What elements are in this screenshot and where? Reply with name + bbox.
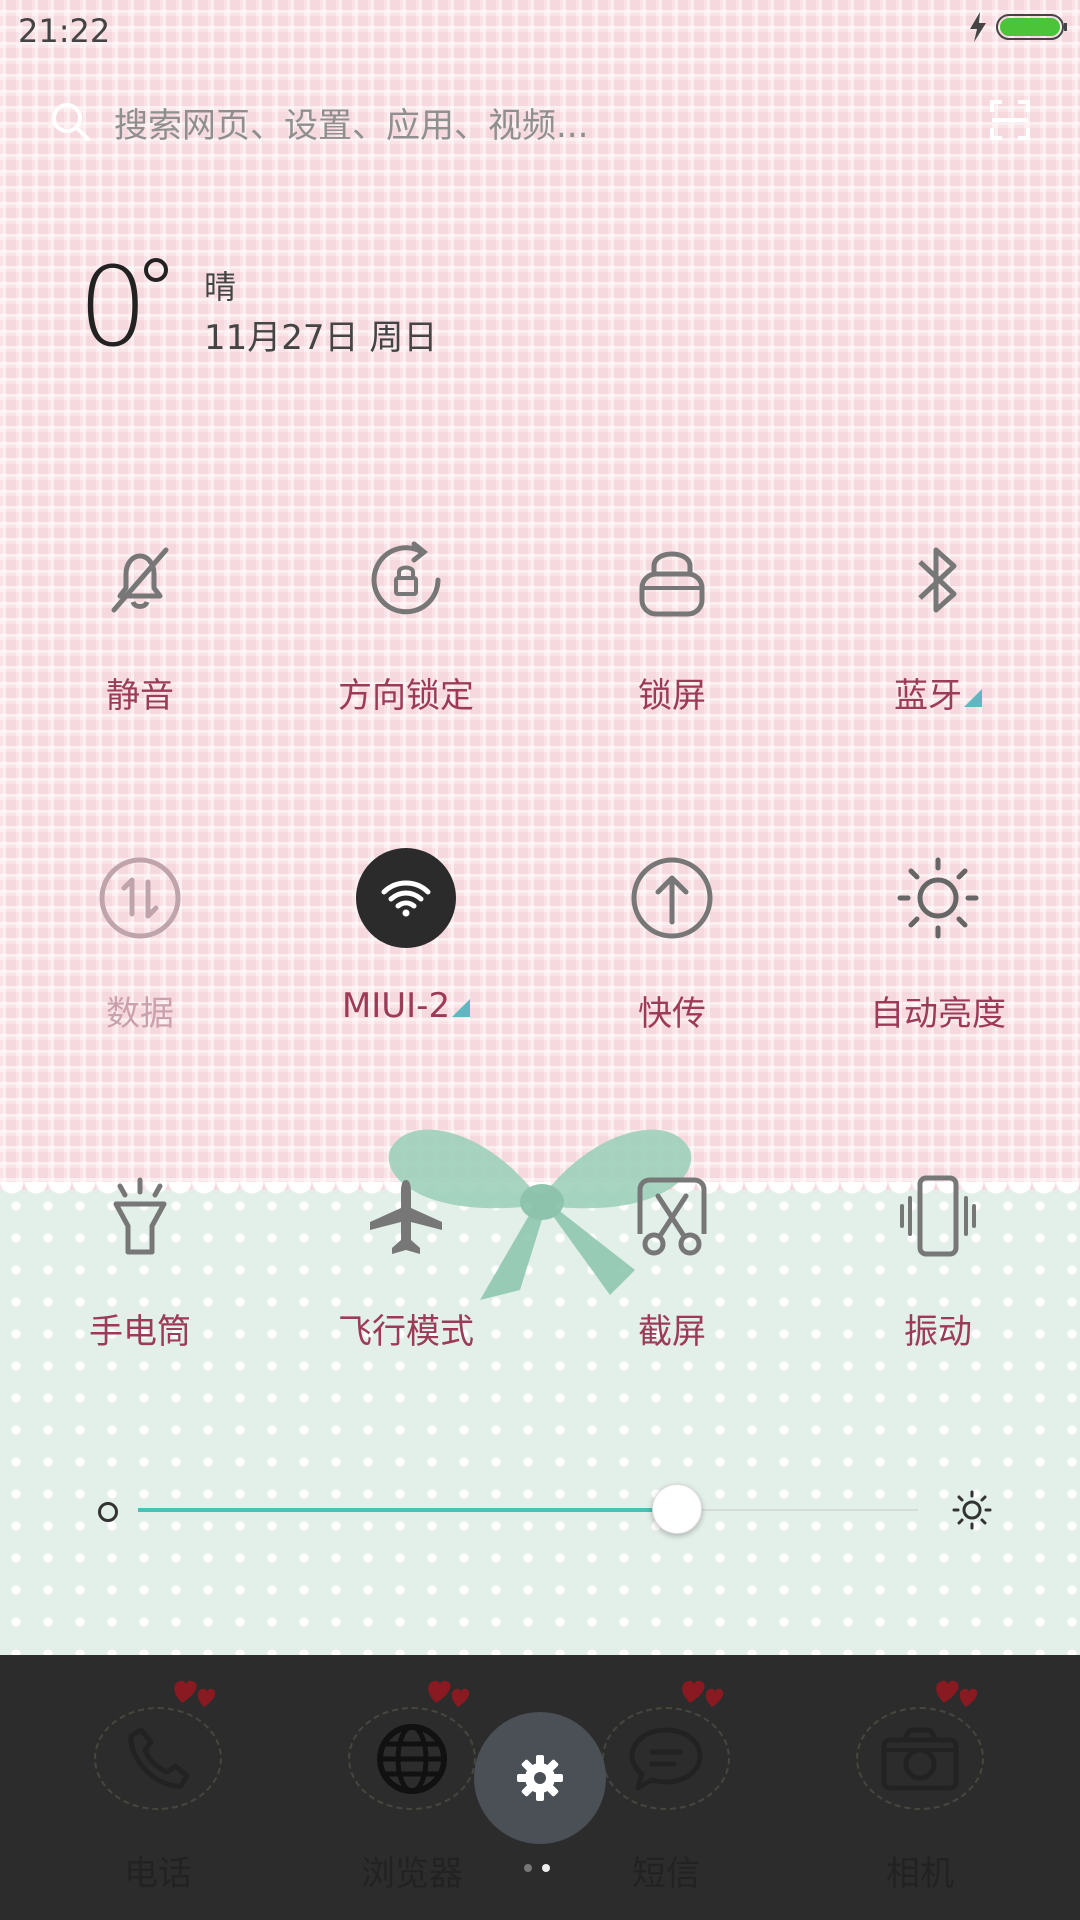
dock-label: 电话 [124, 1854, 192, 1894]
vibrate-icon [900, 1175, 976, 1257]
dock-app-camera[interactable]: 相机 [820, 1655, 1020, 1895]
toggle-label: 数据 [106, 994, 174, 1034]
toggle-flashlight[interactable]: 手电筒 [7, 1166, 273, 1386]
brightness-low-icon [98, 1502, 118, 1522]
search-icon [52, 103, 90, 141]
toggle-auto-brightness[interactable]: 自动亮度 [805, 848, 1071, 1068]
dock-label: 相机 [886, 1854, 954, 1894]
dock-label: 短信 [632, 1854, 700, 1894]
page-dot-active [542, 1864, 550, 1872]
toggle-label: MIUI-2 [342, 986, 471, 1026]
brightness-knob[interactable] [652, 1484, 703, 1534]
weather-date: 11月27日 周日 [204, 318, 438, 358]
wifi-icon [356, 848, 456, 948]
status-time: 21:22 [18, 12, 111, 50]
weather-temperature: 0 [78, 243, 148, 371]
toggle-label: 快传 [638, 994, 706, 1034]
search-input[interactable]: 搜索网页、设置、应用、视频... [114, 98, 588, 147]
lock-icon [639, 551, 705, 617]
toggle-screenshot[interactable]: 截屏 [539, 1166, 805, 1386]
toggle-label: 蓝牙 [894, 668, 982, 717]
airplane-icon [370, 1180, 442, 1254]
toggle-label: 锁屏 [638, 676, 706, 716]
scan-icon[interactable] [990, 100, 1030, 140]
screenshot-icon [637, 1177, 707, 1256]
toggle-label: 振动 [904, 1312, 972, 1352]
toggle-rotation-lock[interactable]: 方向锁定 [273, 530, 539, 750]
bluetooth-icon [918, 547, 957, 613]
toggle-vibrate[interactable]: 振动 [805, 1166, 1071, 1386]
flashlight-icon [113, 1177, 167, 1255]
brightness-fill [138, 1508, 677, 1512]
heart-decoration-icon [428, 1680, 470, 1707]
dock-label: 浏览器 [361, 1854, 463, 1894]
toggle-label: 飞行模式 [338, 1312, 474, 1352]
settings-button[interactable] [474, 1712, 606, 1844]
heart-decoration-icon [174, 1680, 216, 1707]
page-indicator [524, 1864, 550, 1872]
brightness-high-icon [952, 1490, 992, 1530]
toggle-label: 手电筒 [89, 1312, 191, 1352]
message-icon [629, 1727, 703, 1790]
phone-icon [128, 1727, 190, 1789]
toggle-label: 自动亮度 [870, 994, 1006, 1034]
search-bar[interactable]: 搜索网页、设置、应用、视频... [50, 92, 1030, 152]
toggle-label: 方向锁定 [338, 676, 474, 716]
brightness-track[interactable] [138, 1484, 918, 1534]
charging-icon [970, 12, 986, 42]
toggle-wifi[interactable]: MIUI-2 [273, 848, 539, 1068]
brightness-slider[interactable] [92, 1484, 992, 1534]
expand-triangle-icon [452, 999, 471, 1017]
expand-triangle-icon [964, 689, 982, 707]
status-bar: 21:22 [0, 0, 1080, 60]
toggle-lock-screen[interactable]: 锁屏 [539, 530, 805, 750]
dock-app-phone[interactable]: 电话 [58, 1655, 258, 1895]
mobile-data-icon [99, 857, 181, 939]
toggle-silent[interactable]: 静音 [7, 530, 273, 750]
upload-icon [631, 857, 713, 939]
toggle-label: 截屏 [638, 1312, 706, 1352]
rotation-lock-icon [371, 541, 441, 615]
toggle-label: 静音 [106, 676, 174, 716]
battery-icon [996, 14, 1067, 40]
bell-off-icon [111, 547, 169, 613]
toggle-bluetooth[interactable]: 蓝牙 [805, 530, 1071, 750]
weather-condition: 晴 [204, 268, 237, 306]
camera-icon [881, 1727, 959, 1790]
gear-icon [517, 1755, 563, 1801]
toggle-quick-transfer[interactable]: 快传 [539, 848, 805, 1068]
degree-symbol [144, 258, 168, 282]
heart-decoration-icon [936, 1680, 978, 1707]
toggle-mobile-data[interactable]: 数据 [7, 848, 273, 1068]
sun-icon [897, 857, 979, 939]
toggle-airplane[interactable]: 飞行模式 [273, 1166, 539, 1386]
heart-decoration-icon [682, 1680, 724, 1707]
globe-icon [377, 1723, 447, 1794]
page-dot [524, 1864, 532, 1872]
